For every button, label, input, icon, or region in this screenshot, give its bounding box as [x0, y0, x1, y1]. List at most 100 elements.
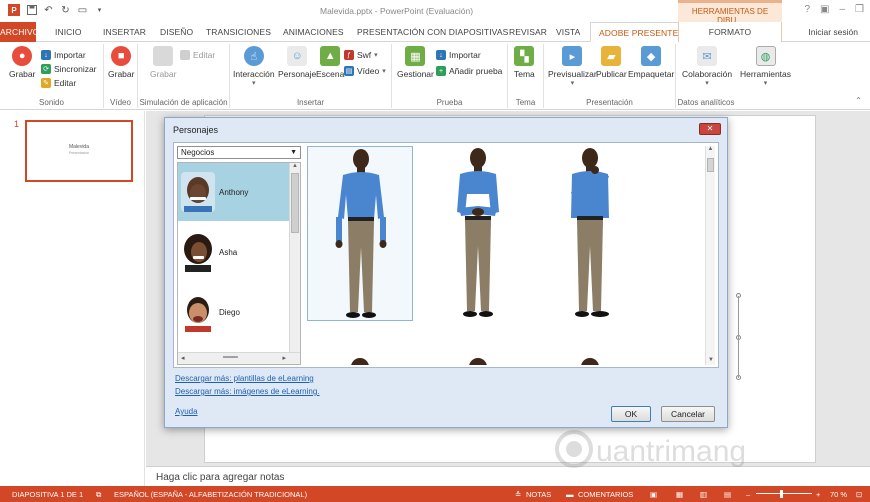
language-indicator[interactable]: ESPAÑOL (ESPAÑA - ALFABETIZACIÓN TRADICI…: [114, 490, 307, 499]
scroll-up-icon[interactable]: ▲: [290, 163, 300, 169]
tab-archivo[interactable]: ARCHIVO: [0, 22, 39, 42]
scroll-up-icon[interactable]: ▲: [706, 146, 715, 152]
pose-thumbnail-partial[interactable]: [351, 358, 369, 365]
add-quiz-icon: +: [436, 66, 446, 76]
tema-button[interactable]: ▚ Tema: [514, 46, 535, 79]
pose-thumbnail[interactable]: [537, 146, 643, 321]
collapse-ribbon-icon[interactable]: ⌃: [855, 96, 862, 105]
slideshow-view-icon[interactable]: ▤: [724, 490, 731, 499]
tab-revisar[interactable]: REVISAR: [509, 22, 547, 42]
restore-icon[interactable]: ❐: [855, 4, 864, 15]
reading-view-icon[interactable]: ▥: [700, 490, 707, 499]
character-list-hscrollbar[interactable]: ◂ ═══ ▸: [178, 352, 300, 364]
notes-toggle[interactable]: NOTAS: [526, 490, 551, 499]
slide-thumbnail[interactable]: Malevida Presentación: [25, 120, 133, 182]
interaction-icon: ☝: [243, 46, 264, 66]
hscroll-thumb[interactable]: ═══: [223, 354, 238, 361]
pose-thumbnail-partial[interactable]: [469, 358, 487, 365]
customize-qat-icon[interactable]: ▾: [94, 5, 105, 16]
publicar-button[interactable]: ▰ Publicar: [596, 46, 627, 79]
spell-check-icon[interactable]: ⧉: [96, 490, 101, 500]
group-insertar: ☝ Interacción ▾ ☺ Personaje ▲ Escena ƒ S…: [230, 44, 392, 108]
tab-diseno[interactable]: DISEÑO: [160, 22, 193, 42]
importar-audio-button[interactable]: ↓ Importar: [41, 50, 86, 60]
zoom-slider-thumb[interactable]: [780, 490, 783, 498]
zoom-level[interactable]: 70 %: [830, 490, 847, 499]
zoom-slider[interactable]: [756, 493, 812, 494]
grabar-video-button[interactable]: ■ Grabar: [108, 46, 134, 79]
sincronizar-button[interactable]: ⟳ Sincronizar: [41, 64, 97, 74]
tab-formato[interactable]: FORMATO: [678, 22, 782, 42]
thumbnail-title: Malevida: [68, 144, 89, 150]
redo-icon[interactable]: ↻: [60, 5, 71, 16]
thumbnail-subtitle: Presentación: [68, 151, 90, 155]
normal-view-icon[interactable]: ▣: [650, 490, 657, 499]
swf-button[interactable]: ƒ Swf ▾: [344, 50, 378, 60]
comments-icon[interactable]: ▬: [566, 490, 574, 499]
scroll-left-icon[interactable]: ◂: [181, 354, 185, 362]
previsualizar-button[interactable]: ▸ Previsualizar ▾: [548, 46, 597, 87]
personaje-button[interactable]: ☺ Personaje: [278, 46, 316, 79]
start-slideshow-icon[interactable]: ▭: [77, 5, 88, 16]
character-item-diego[interactable]: Diego: [178, 283, 290, 341]
grabar-audio-button[interactable]: ● Grabar: [9, 46, 35, 79]
pose-thumbnail[interactable]: [425, 146, 531, 321]
importar-prueba-button[interactable]: ↓ Importar: [436, 50, 481, 60]
herramientas-button[interactable]: ◍ Herramientas ▾: [740, 46, 791, 87]
scrollbar-thumb[interactable]: [707, 158, 714, 172]
tab-inicio[interactable]: INICIO: [55, 22, 82, 42]
minimize-icon[interactable]: –: [839, 4, 845, 15]
scrollbar-thumb[interactable]: [291, 173, 299, 233]
package-icon: ◆: [641, 46, 662, 66]
anadir-prueba-button[interactable]: + Añadir prueba: [436, 66, 502, 76]
grabar-simulacion-button[interactable]: Grabar: [150, 46, 176, 79]
slide-counter: DIAPOSITIVA 1 DE 1: [12, 490, 84, 499]
interaccion-dropdown-icon: ▾: [252, 80, 256, 87]
close-icon[interactable]: ✕: [699, 123, 721, 135]
character-item-anthony[interactable]: Anthony: [178, 163, 290, 221]
manage-quiz-icon: ▦: [405, 46, 426, 66]
save-icon[interactable]: [26, 5, 37, 16]
scroll-down-icon[interactable]: ▼: [706, 357, 715, 363]
undo-icon[interactable]: ↶: [43, 5, 54, 16]
chevron-down-icon: ▼: [290, 149, 297, 156]
zoom-in-icon[interactable]: +: [816, 490, 820, 499]
scroll-right-icon[interactable]: ▸: [282, 354, 286, 362]
pose-thumbnail[interactable]: [307, 146, 413, 321]
character-item-asha[interactable]: Asha: [178, 223, 290, 281]
editar-audio-button[interactable]: ✎ Editar: [41, 78, 76, 88]
tab-transiciones[interactable]: TRANSICIONES: [206, 22, 271, 42]
download-images-link[interactable]: Descargar más: imágenes de eLearning.: [175, 387, 320, 396]
notes-toggle-icon[interactable]: ≙: [515, 490, 521, 499]
zoom-out-icon[interactable]: –: [746, 490, 750, 499]
gestionar-button[interactable]: ▦ Gestionar: [397, 46, 434, 79]
tab-presentacion-diapositivas[interactable]: PRESENTACIÓN CON DIAPOSITIVAS: [357, 22, 508, 42]
group-prueba: ▦ Gestionar ↓ Importar + Añadir prueba P…: [392, 44, 508, 108]
status-bar: DIAPOSITIVA 1 DE 1 ⧉ ESPAÑOL (ESPAÑA - A…: [0, 486, 870, 502]
help-icon[interactable]: ?: [804, 4, 810, 15]
tab-vista[interactable]: VISTA: [556, 22, 580, 42]
pose-thumbnail-partial[interactable]: [581, 358, 599, 365]
ribbon-display-icon[interactable]: ▣: [820, 4, 829, 15]
tab-animaciones[interactable]: ANIMACIONES: [283, 22, 344, 42]
character-list-scrollbar[interactable]: ▲: [289, 163, 300, 353]
tab-insertar[interactable]: INSERTAR: [103, 22, 146, 42]
slide-sorter-icon[interactable]: ▦: [676, 490, 683, 499]
pose-grid-scrollbar[interactable]: ▲ ▼: [705, 146, 715, 365]
empaquetar-button[interactable]: ◆ Empaquetar: [628, 46, 674, 79]
ribbon-tabs: ARCHIVO INICIO INSERTAR DISEÑO TRANSICIO…: [0, 22, 870, 42]
category-dropdown[interactable]: Negocios ▼: [177, 146, 301, 159]
ok-button[interactable]: OK: [611, 406, 651, 422]
svg-text:uantrimang: uantrimang: [596, 435, 746, 468]
download-templates-link[interactable]: Descargar más: plantillas de eLearning: [175, 374, 314, 383]
editar-simulacion-button[interactable]: Editar: [180, 50, 215, 60]
video-insert-button[interactable]: ▤ Vídeo ▾: [344, 66, 386, 76]
colaboracion-button[interactable]: ✉ Colaboración ▾: [682, 46, 732, 87]
cancel-button[interactable]: Cancelar: [661, 406, 715, 422]
interaccion-button[interactable]: ☝ Interacción ▾: [233, 46, 275, 87]
comments-toggle[interactable]: COMENTARIOS: [578, 490, 633, 499]
sign-in-link[interactable]: Iniciar sesión: [808, 22, 858, 42]
escena-button[interactable]: ▲ Escena: [316, 46, 344, 79]
help-link[interactable]: Ayuda: [175, 407, 198, 416]
fit-slide-icon[interactable]: ⊡: [856, 490, 862, 499]
